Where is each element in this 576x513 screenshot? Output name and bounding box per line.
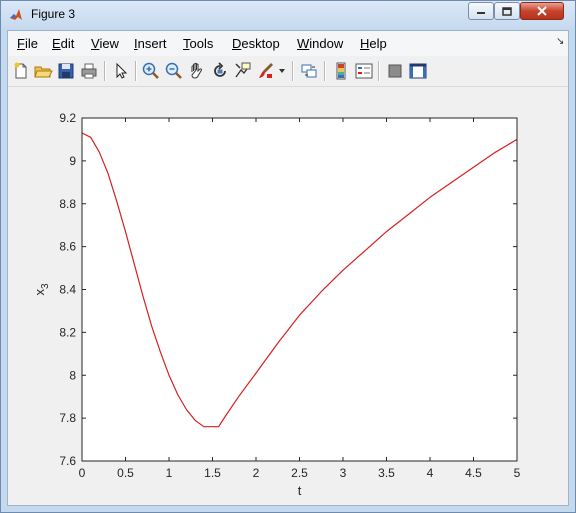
matlab-logo-icon xyxy=(10,9,22,20)
close-button[interactable] xyxy=(520,2,564,20)
print-icon[interactable] xyxy=(79,61,99,81)
menu-tools[interactable]: Tools xyxy=(183,36,213,51)
maximize-icon xyxy=(502,6,512,16)
menu-help[interactable]: Help xyxy=(360,36,387,51)
x-tick-label: 3.5 xyxy=(378,466,395,480)
new-figure-icon[interactable] xyxy=(11,61,31,81)
toolbar-separator xyxy=(135,61,137,81)
x-tick-label: 4.5 xyxy=(465,466,482,480)
figure-toolbar xyxy=(8,56,568,87)
axes-background xyxy=(82,118,517,461)
x-tick-label: 5 xyxy=(514,466,521,480)
brush-icon[interactable] xyxy=(256,61,276,81)
x-tick-label: 0.5 xyxy=(117,466,134,480)
line-plot[interactable]: 0 0.5 1 1.5 2 2.5 3 3.5 4 4.5 5 7.6 7.8 8 8.2 8.4 8.6 8.8… xyxy=(8,87,568,505)
close-icon xyxy=(537,6,547,16)
title-bar[interactable]: Figure 3 xyxy=(1,1,575,29)
x-tick-label: 3 xyxy=(340,466,347,480)
x-tick-label: 2.5 xyxy=(291,466,308,480)
x-tick-label: 0 xyxy=(79,466,86,480)
y-tick-label: 7.6 xyxy=(59,454,76,468)
menu-insert[interactable]: Insert xyxy=(134,36,167,51)
data-cursor-icon[interactable] xyxy=(233,61,253,81)
toolbar-separator xyxy=(324,61,326,81)
window-title: Figure 3 xyxy=(31,7,76,21)
y-tick-label: 8.6 xyxy=(59,240,76,254)
x-tick-label: 2 xyxy=(253,466,260,480)
toolbar-separator xyxy=(292,61,294,81)
y-tick-label: 8.8 xyxy=(59,197,76,211)
minimize-icon xyxy=(477,12,485,14)
y-tick-label: 8.2 xyxy=(59,325,76,339)
maximize-button[interactable] xyxy=(494,2,520,20)
pan-hand-icon[interactable] xyxy=(187,61,207,81)
y-tick-label: 7.8 xyxy=(59,411,76,425)
y-tick-label: 9 xyxy=(69,154,76,168)
legend-icon[interactable] xyxy=(354,61,374,81)
toolbar-separator xyxy=(104,61,106,81)
colorbar-icon[interactable] xyxy=(331,61,351,81)
x-tick-label: 4 xyxy=(427,466,434,480)
menu-edit[interactable]: Edit xyxy=(52,36,74,51)
figure-canvas[interactable]: 0 0.5 1 1.5 2 2.5 3 3.5 4 4.5 5 7.6 7.8 8 8.2 8.4 8.6 8.8… xyxy=(8,87,568,505)
chevron-down-icon[interactable] xyxy=(278,67,286,75)
figure-client-area: File Edit View Insert Tools Desktop Wind… xyxy=(7,30,569,506)
x-axis-label: t xyxy=(298,483,302,498)
show-plot-tools-icon[interactable] xyxy=(408,61,428,81)
dock-arrow-icon[interactable]: ↘ xyxy=(556,36,564,47)
menu-file[interactable]: File xyxy=(17,36,38,51)
menu-window[interactable]: Window xyxy=(297,36,343,51)
open-file-icon[interactable] xyxy=(33,61,53,81)
link-plot-icon[interactable] xyxy=(299,61,319,81)
menu-desktop[interactable]: Desktop xyxy=(232,36,280,51)
menu-view[interactable]: View xyxy=(91,36,119,51)
zoom-in-icon[interactable] xyxy=(141,61,161,81)
y-axis-label: x3 xyxy=(32,283,51,296)
x-tick-label: 1 xyxy=(166,466,173,480)
figure-window: Figure 3 File Edit View Insert Tools Des… xyxy=(0,0,576,513)
zoom-out-icon[interactable] xyxy=(164,61,184,81)
edit-plot-arrow-icon[interactable] xyxy=(111,61,131,81)
y-tick-label: 8 xyxy=(69,368,76,382)
minimize-button[interactable] xyxy=(468,2,494,20)
toolbar-separator xyxy=(378,61,380,81)
save-icon[interactable] xyxy=(56,61,76,81)
y-tick-label: 9.2 xyxy=(59,111,76,125)
menu-bar: File Edit View Insert Tools Desktop Wind… xyxy=(8,31,568,56)
rotate-3d-icon[interactable] xyxy=(210,61,230,81)
x-tick-label: 1.5 xyxy=(204,466,221,480)
y-tick-label: 8.4 xyxy=(59,283,76,297)
hide-plot-tools-icon[interactable] xyxy=(385,61,405,81)
